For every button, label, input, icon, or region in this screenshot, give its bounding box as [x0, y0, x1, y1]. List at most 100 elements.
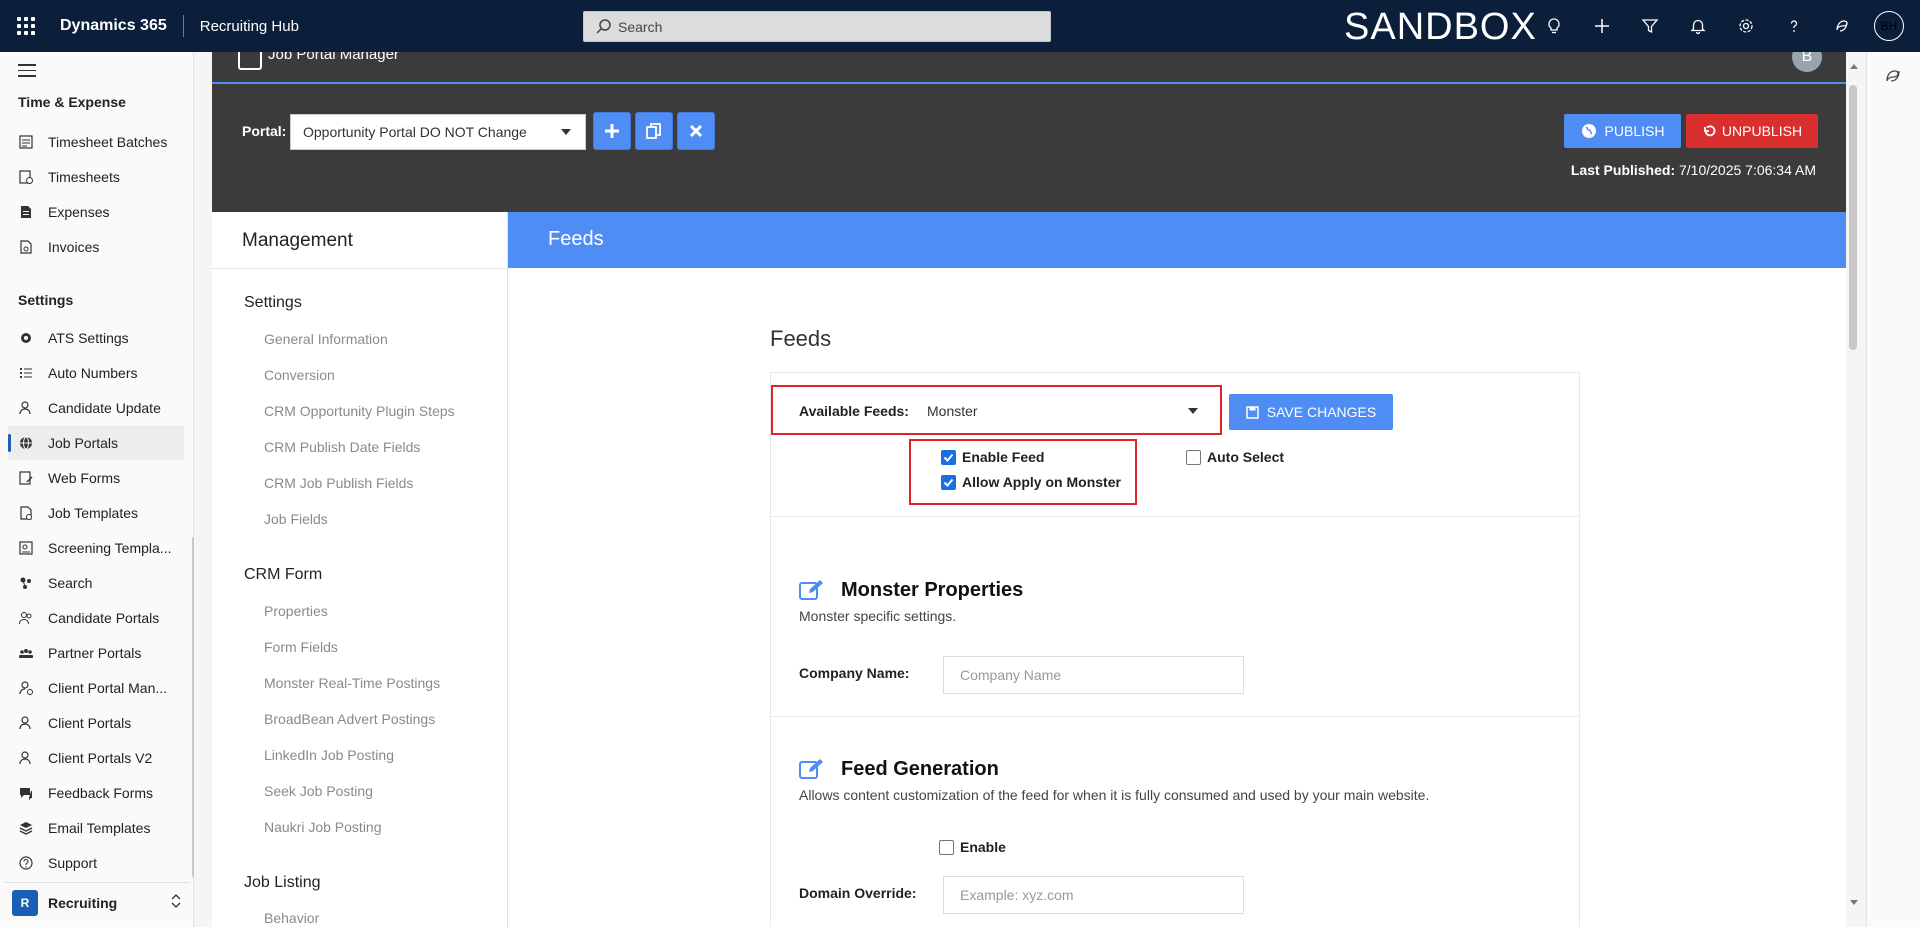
nav-item-label: Timesheets: [48, 169, 120, 185]
nav-item-support[interactable]: Support: [8, 846, 184, 880]
mgmt-link-crm-job-publish-fields[interactable]: CRM Job Publish Fields: [264, 475, 413, 491]
nav-item-timesheets[interactable]: Timesheets: [8, 160, 184, 194]
plus-icon[interactable]: [1578, 0, 1626, 52]
timesheets-icon: [18, 169, 34, 185]
auto-select-checkbox[interactable]: [1186, 449, 1201, 465]
nav-item-invoices[interactable]: Invoices: [8, 230, 184, 264]
delete-portal-button[interactable]: [677, 112, 715, 150]
nav-item-job-templates[interactable]: Job Templates: [8, 496, 184, 530]
hamburger-icon[interactable]: [18, 64, 36, 81]
filter-icon[interactable]: [1626, 0, 1674, 52]
nav-item-candidate-update[interactable]: Candidate Update: [8, 391, 184, 425]
scroll-up-icon[interactable]: [1849, 62, 1859, 72]
header-avatar[interactable]: B: [1792, 52, 1822, 72]
nav-item-ats-settings[interactable]: ATS Settings: [8, 321, 184, 355]
edit-icon: [799, 759, 823, 779]
nav-item-client-portals-v2[interactable]: Client Portals V2: [8, 741, 184, 775]
brand-name[interactable]: Dynamics 365: [60, 15, 184, 37]
area-label: Recruiting: [48, 894, 118, 911]
portal-manager-title: Job Portal Manager: [268, 52, 399, 63]
chevron-up-down-icon: [170, 893, 182, 912]
portal-select[interactable]: Opportunity Portal DO NOT Change: [290, 114, 586, 150]
allow-apply-checkbox[interactable]: [941, 474, 956, 490]
domain-override-label: Domain Override:: [799, 885, 917, 901]
mgmt-link-crm-publish-date-fields[interactable]: CRM Publish Date Fields: [264, 439, 420, 455]
copilot-icon[interactable]: [1818, 0, 1866, 52]
nav-item-label: Search: [48, 575, 93, 591]
user-avatar[interactable]: BH: [1874, 11, 1904, 41]
mgmt-link-crm-opportunity-plugin-steps[interactable]: CRM Opportunity Plugin Steps: [264, 403, 455, 419]
nav-item-client-portals[interactable]: Client Portals: [8, 706, 184, 740]
enable-feed-generation-option[interactable]: Enable: [939, 839, 1006, 855]
nav-item-client-portal-manager[interactable]: Client Portal Man...: [8, 671, 184, 705]
global-search-input[interactable]: Search: [583, 11, 1051, 42]
main-scrollbar[interactable]: [1849, 85, 1857, 350]
bell-icon[interactable]: [1674, 0, 1722, 52]
save-changes-button[interactable]: SAVE CHANGES: [1229, 394, 1393, 430]
nav-item-partner-portals[interactable]: Partner Portals: [8, 636, 184, 670]
feed-generation-title: Feed Generation: [841, 758, 999, 780]
environment-label: SANDBOX: [1344, 6, 1537, 48]
mgmt-link-general-information[interactable]: General Information: [264, 331, 388, 347]
nav-item-timesheet-batches[interactable]: Timesheet Batches: [8, 125, 184, 159]
search-icon: [596, 18, 611, 34]
help-icon[interactable]: [1770, 0, 1818, 52]
monster-properties-subtitle: Monster specific settings.: [799, 608, 957, 624]
nav-item-candidate-portals[interactable]: Candidate Portals: [8, 601, 184, 635]
mgmt-link-form-fields[interactable]: Form Fields: [264, 639, 338, 655]
main-content: Job Portal Manager B Portal: Opportunity…: [194, 52, 1854, 927]
copilot-icon[interactable]: [1883, 66, 1903, 86]
nav-item-label: Auto Numbers: [48, 365, 138, 381]
nav-item-label: Client Portal Man...: [48, 680, 168, 696]
app-launcher-button[interactable]: [0, 0, 52, 52]
mgmt-link-linkedin-job-posting[interactable]: LinkedIn Job Posting: [264, 747, 394, 763]
allow-apply-option[interactable]: Allow Apply on Monster: [941, 474, 1121, 490]
gear-icon[interactable]: [1722, 0, 1770, 52]
nav-item-label: Timesheet Batches: [48, 134, 168, 150]
area-switcher[interactable]: R Recruiting: [4, 882, 190, 922]
nav-item-expenses[interactable]: Expenses: [8, 195, 184, 229]
company-name-input[interactable]: Company Name: [943, 656, 1244, 694]
scroll-down-icon[interactable]: [1849, 897, 1859, 907]
mgmt-link-seek-job-posting[interactable]: Seek Job Posting: [264, 783, 373, 799]
feedback-icon: [18, 785, 34, 801]
available-feeds-select[interactable]: Monster: [915, 394, 1212, 428]
domain-override-input[interactable]: Example: xyz.com: [943, 876, 1244, 914]
mgmt-link-naukri-job-posting[interactable]: Naukri Job Posting: [264, 819, 382, 835]
lightbulb-icon[interactable]: [1530, 0, 1578, 52]
publish-button[interactable]: PUBLISH: [1564, 114, 1681, 148]
right-side-pane: [1866, 52, 1920, 927]
nav-item-job-portals[interactable]: Job Portals: [8, 426, 184, 460]
mgmt-link-job-fields[interactable]: Job Fields: [264, 511, 328, 527]
mgmt-link-broadbean-advert-postings[interactable]: BroadBean Advert Postings: [264, 711, 435, 727]
person-icon: [18, 400, 34, 416]
nav-item-feedback-forms[interactable]: Feedback Forms: [8, 776, 184, 810]
auto-select-option[interactable]: Auto Select: [1186, 449, 1284, 465]
portal-title-bar: Job Portal Manager B: [212, 52, 1846, 84]
mgmt-link-conversion[interactable]: Conversion: [264, 367, 335, 383]
nav-item-web-forms[interactable]: Web Forms: [8, 461, 184, 495]
caret-down-icon: [561, 129, 571, 135]
enable-feed-option[interactable]: Enable Feed: [941, 449, 1044, 465]
unpublish-button[interactable]: UNPUBLISH: [1686, 114, 1818, 148]
feeds-banner: Feeds: [508, 212, 1846, 268]
portal-header: Job Portal Manager B Portal: Opportunity…: [212, 52, 1846, 212]
nav-item-label: ATS Settings: [48, 330, 129, 346]
timesheet-batches-icon: [18, 134, 34, 150]
nav-item-email-templates[interactable]: Email Templates: [8, 811, 184, 845]
nav-item-auto-numbers[interactable]: Auto Numbers: [8, 356, 184, 390]
enable-feed-checkbox[interactable]: [941, 449, 956, 465]
mgmt-link-properties[interactable]: Properties: [264, 603, 328, 619]
app-name[interactable]: Recruiting Hub: [200, 18, 299, 35]
add-portal-button[interactable]: [593, 112, 631, 150]
help-circle-icon: [18, 855, 34, 871]
mgmt-link-behavior[interactable]: Behavior: [264, 910, 319, 926]
nav-item-label: Partner Portals: [48, 645, 142, 661]
nav-item-screening-templates[interactable]: Screening Templa...: [8, 531, 184, 565]
enable-feed-generation-checkbox[interactable]: [939, 839, 954, 855]
nav-item-search[interactable]: Search: [8, 566, 184, 600]
top-toolbar: BH: [1530, 0, 1904, 52]
search-flow-icon: [18, 575, 34, 591]
mgmt-link-monster-real-time-postings[interactable]: Monster Real-Time Postings: [264, 675, 440, 691]
copy-portal-button[interactable]: [635, 112, 673, 150]
